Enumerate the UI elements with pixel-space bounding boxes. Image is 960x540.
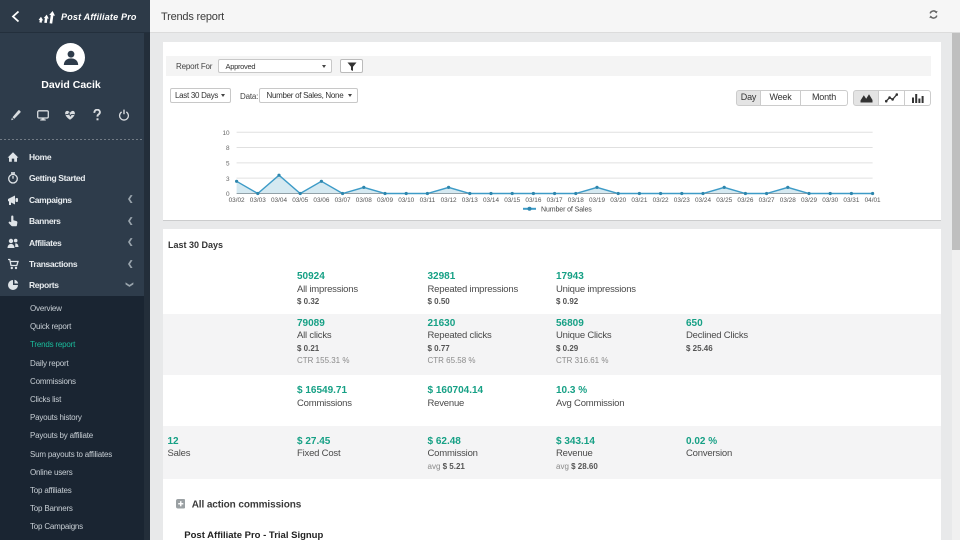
svg-text:03/27: 03/27	[759, 197, 775, 204]
svg-text:04/01: 04/01	[865, 197, 881, 204]
svg-text:03/29: 03/29	[801, 197, 817, 204]
svg-text:03/10: 03/10	[398, 197, 414, 204]
svg-text:03/26: 03/26	[737, 197, 753, 204]
svg-text:03/11: 03/11	[420, 197, 436, 204]
svg-text:03/07: 03/07	[335, 197, 351, 204]
svg-text:03/13: 03/13	[462, 197, 478, 204]
svg-text:03/09: 03/09	[377, 197, 393, 204]
svg-text:8: 8	[226, 145, 230, 152]
svg-text:03/18: 03/18	[568, 197, 584, 204]
svg-text:03/15: 03/15	[504, 197, 520, 204]
svg-text:03/22: 03/22	[653, 197, 669, 204]
svg-text:Number of Sales: Number of Sales	[541, 207, 592, 214]
svg-text:03/25: 03/25	[716, 197, 732, 204]
svg-text:03/28: 03/28	[780, 197, 796, 204]
svg-text:10: 10	[222, 130, 230, 137]
svg-text:03/24: 03/24	[695, 197, 711, 204]
svg-text:03/20: 03/20	[610, 197, 626, 204]
svg-text:03/02: 03/02	[229, 197, 245, 204]
svg-text:03/04: 03/04	[271, 197, 287, 204]
svg-text:03/08: 03/08	[356, 197, 372, 204]
svg-text:03/06: 03/06	[313, 197, 329, 204]
svg-text:03/21: 03/21	[631, 197, 647, 204]
svg-text:03/12: 03/12	[441, 197, 457, 204]
svg-text:03/17: 03/17	[547, 197, 563, 204]
svg-text:03/23: 03/23	[674, 197, 690, 204]
svg-text:03/16: 03/16	[525, 197, 541, 204]
svg-text:03/30: 03/30	[822, 197, 838, 204]
svg-text:03/19: 03/19	[589, 197, 605, 204]
svg-text:03/05: 03/05	[292, 197, 308, 204]
svg-text:5: 5	[226, 160, 230, 167]
svg-text:3: 3	[226, 176, 230, 183]
svg-text:03/31: 03/31	[843, 197, 859, 204]
svg-text:03/03: 03/03	[250, 197, 266, 204]
svg-text:03/14: 03/14	[483, 197, 499, 204]
